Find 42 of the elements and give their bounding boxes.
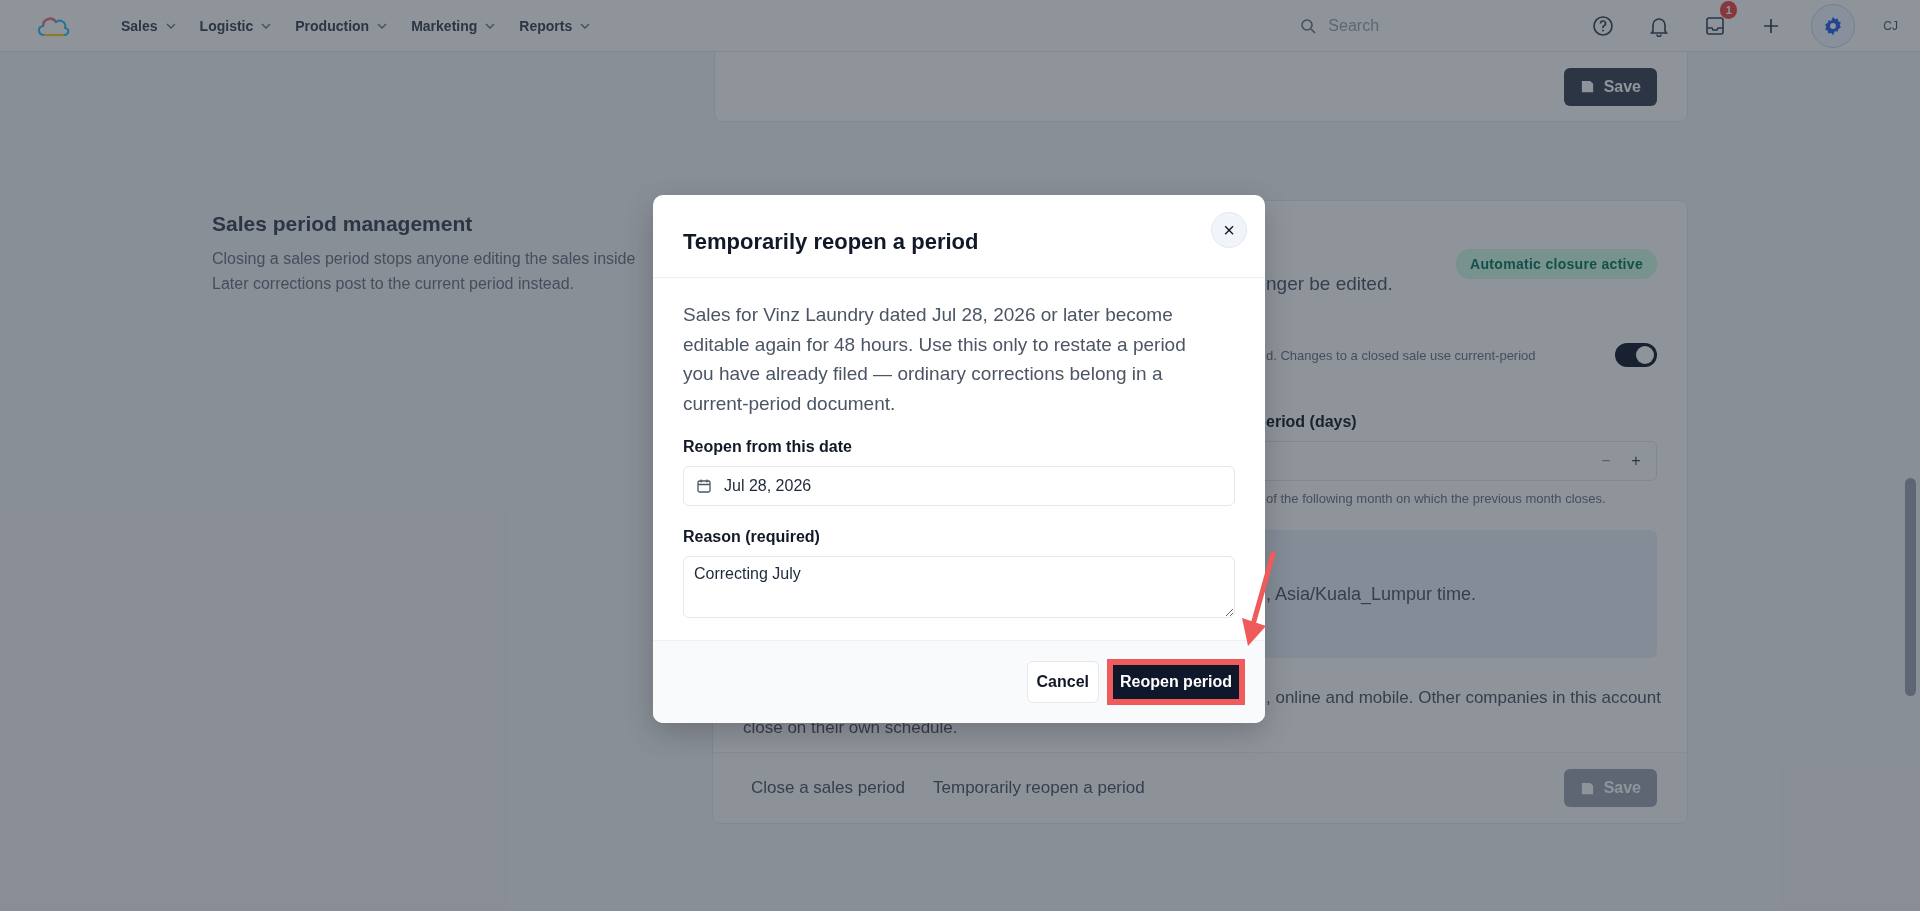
- section-description: Closing a sales period stops anyone editing the sales inside: [212, 249, 637, 269]
- save-button[interactable]: Save: [1563, 67, 1657, 106]
- reason-field[interactable]: Correcting July: [683, 556, 1235, 618]
- chevron-down-icon: [485, 22, 496, 29]
- section-description: Later corrections post to the current period instead.: [212, 274, 575, 294]
- increment-button[interactable]: +: [1628, 452, 1644, 470]
- field-help-text: of the following month on which the previous month closes.: [1266, 491, 1607, 506]
- section-title: Sales period management: [212, 212, 474, 236]
- nav-menu[interactable]: Reports: [519, 17, 591, 34]
- toggle-switch[interactable]: [1615, 343, 1657, 367]
- close-button[interactable]: ×: [1211, 212, 1247, 248]
- reopen-button[interactable]: Reopen period: [1113, 665, 1239, 699]
- card-description: nger be edited.: [1266, 273, 1393, 295]
- chevron-down-icon: [261, 22, 272, 29]
- toggle-description: d. Changes to a closed sale use current-period: [1266, 347, 1536, 363]
- search-icon: [1300, 17, 1317, 34]
- info-text: , Asia/Kuala_Lumpur time.: [1266, 583, 1477, 605]
- user-initials[interactable]: CJ: [1883, 18, 1898, 33]
- inbox-icon[interactable]: [1704, 14, 1727, 37]
- date-field[interactable]: Jul 28, 2026: [683, 466, 1235, 506]
- notification-count: 1: [1720, 0, 1738, 19]
- status-badge: Automatic closure active: [1456, 249, 1657, 279]
- field-label: Reopen from this date: [683, 438, 853, 456]
- action-link[interactable]: Temporarily reopen a period: [933, 778, 1145, 798]
- nav-menu[interactable]: Sales: [121, 17, 176, 34]
- chevron-down-icon: [377, 22, 388, 29]
- cancel-button[interactable]: Cancel: [1026, 661, 1099, 703]
- dialog-message: Sales for Vinz Laundry dated Jul 28, 2026 or later become editable again for 48 hours. Use this only to restate a period you have already filed — ordinary corrections belong in a current-period document.: [683, 303, 1187, 416]
- scrollbar-thumb[interactable]: [1905, 478, 1916, 696]
- help-icon[interactable]: [1592, 14, 1615, 37]
- field-label: Reason (required): [683, 528, 821, 546]
- nav-menu[interactable]: Marketing: [411, 17, 496, 34]
- field-label: eriod (days): [1266, 413, 1358, 431]
- scope-text: close on their own schedule.: [743, 718, 959, 738]
- number-field[interactable]: − +: [1265, 441, 1657, 481]
- calendar-icon: [696, 478, 712, 494]
- chevron-down-icon: [580, 22, 591, 29]
- dialog-title: Temporarily reopen a period: [683, 229, 979, 255]
- nav-menu[interactable]: Logistic: [199, 17, 272, 34]
- action-link[interactable]: Close a sales period: [751, 778, 906, 798]
- chevron-down-icon: [165, 22, 176, 29]
- nav-menu[interactable]: Production: [295, 17, 388, 34]
